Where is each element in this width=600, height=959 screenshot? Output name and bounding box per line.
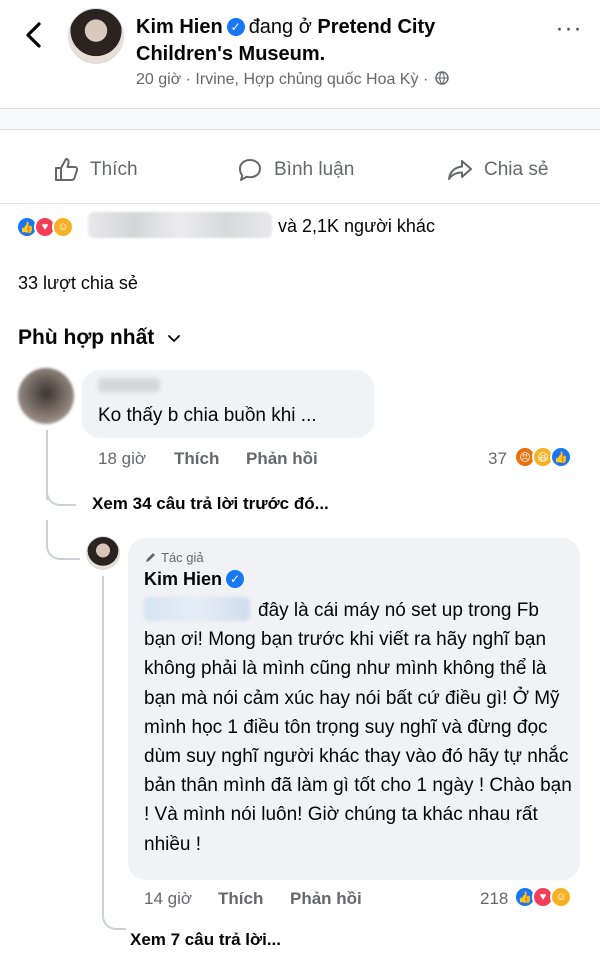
care-reaction-icon: ☺ <box>52 216 74 238</box>
thread-connector <box>102 900 126 930</box>
thread-connector <box>46 476 76 506</box>
place-name[interactable]: Pretend City <box>317 16 435 38</box>
more-options-icon[interactable]: ··· <box>552 17 586 44</box>
blurred-reactor-names <box>88 212 272 238</box>
comment-like-button[interactable]: Thích <box>174 449 219 469</box>
like-button-label: Thích <box>90 159 138 180</box>
post-header-title: Kim Hien ✓ đang ở Pretend City <box>136 14 435 40</box>
comment-sort-dropdown[interactable]: Phù hợp nhất <box>18 326 182 350</box>
like-reaction-icon: 👍 <box>550 446 572 468</box>
back-arrow-icon[interactable] <box>18 18 52 52</box>
comment-reaction-count[interactable]: 37 <box>488 449 507 469</box>
reply-reply-button[interactable]: Phản hồi <box>290 889 362 909</box>
reply-author-name-text[interactable]: Kim Hien <box>144 569 222 589</box>
reply-like-button[interactable]: Thích <box>218 889 263 909</box>
globe-icon <box>435 71 449 85</box>
thread-connector <box>46 520 80 560</box>
share-button[interactable]: Chia sẻ <box>446 152 548 188</box>
reaction-summary-text[interactable]: và 2,1K người khác <box>278 216 435 237</box>
meta-separator: · <box>422 71 429 88</box>
chevron-down-icon <box>168 335 181 342</box>
status-prefix: đang ở <box>248 16 312 38</box>
author-avatar-small[interactable] <box>86 536 120 570</box>
share-icon <box>448 160 472 180</box>
comment-text[interactable]: Ko thấy b chia buồn khi ... <box>98 405 317 427</box>
author-avatar[interactable] <box>68 8 124 64</box>
post-meta: 20 giờ · Irvine, Hợp chủng quốc Hoa Kỳ · <box>136 71 449 89</box>
meta-separator: · <box>185 71 191 88</box>
place-name-continued[interactable]: Children's Museum. <box>136 41 325 67</box>
pen-icon <box>146 553 155 562</box>
reply-author-name[interactable]: Kim Hien ✓ <box>144 569 248 590</box>
care-reaction-icon: ☺ <box>550 886 572 908</box>
view-replies-link[interactable]: Xem 7 câu trả lời... <box>130 930 281 950</box>
commenter-name-blurred[interactable] <box>98 378 160 392</box>
comment-icon <box>239 159 261 181</box>
reply-text-body: bạn ơi! Mong bạn trước khi viết ra hãy n… <box>144 629 572 855</box>
section-divider <box>0 108 600 130</box>
reply-reaction-count[interactable]: 218 <box>480 889 508 909</box>
author-badge: Tác giả <box>144 550 204 565</box>
comment-button[interactable]: Bình luận <box>236 152 354 188</box>
sort-label: Phù hợp nhất <box>18 326 155 349</box>
commenter-avatar-blurred[interactable] <box>18 368 74 424</box>
comment-reply-button[interactable]: Phản hồi <box>246 449 318 469</box>
author-name[interactable]: Kim Hien <box>136 16 223 38</box>
reaction-icons[interactable]: 👍 ♥ ☺ <box>16 214 74 240</box>
share-button-label: Chia sẻ <box>484 159 549 180</box>
divider <box>0 203 600 204</box>
comment-button-label: Bình luận <box>274 159 355 180</box>
post-time[interactable]: 20 giờ <box>136 71 181 88</box>
share-count[interactable]: 33 lượt chia sẻ <box>18 273 138 294</box>
post-location[interactable]: Irvine, Hợp chủng quốc Hoa Kỳ <box>195 71 418 88</box>
verified-badge-icon: ✓ <box>226 570 245 588</box>
thumbs-up-icon <box>55 158 79 181</box>
reply-text[interactable]: đây là cái máy nó set up trong Fb bạn ơi… <box>144 596 574 859</box>
comment-time[interactable]: 18 giờ <box>98 449 146 469</box>
verified-badge-icon: ✓ <box>226 18 245 36</box>
reply-text-line1: đây là cái máy nó set up trong Fb <box>258 600 539 621</box>
like-button[interactable]: Thích <box>52 152 138 188</box>
reply-reaction-icons[interactable]: 👍 ♥ ☺ <box>514 886 572 908</box>
view-previous-replies-link[interactable]: Xem 34 câu trả lời trước đó... <box>92 494 329 514</box>
comment-reaction-icons[interactable]: 😠 😆 👍 <box>514 446 572 468</box>
thread-line <box>102 576 104 916</box>
author-badge-label: Tác giả <box>161 550 204 565</box>
reply-time[interactable]: 14 giờ <box>144 889 192 909</box>
